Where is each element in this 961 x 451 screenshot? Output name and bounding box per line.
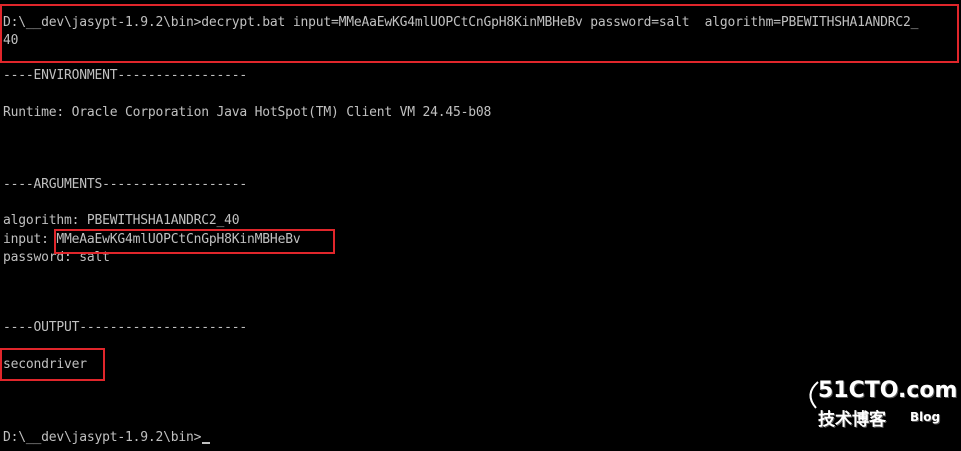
arguments-header: ----ARGUMENTS-------------------: [3, 177, 248, 192]
environment-header: ----ENVIRONMENT-----------------: [3, 68, 248, 83]
watermark-subtitle: 技术博客: [818, 410, 886, 430]
console-window[interactable]: D:\__dev\jasypt-1.9.2\bin>decrypt.bat in…: [0, 0, 961, 451]
command-highlight-box: [0, 4, 959, 63]
output-highlight-box: [0, 348, 105, 381]
runtime-line: Runtime: Oracle Corporation Java HotSpot…: [3, 105, 492, 120]
algorithm-line: algorithm: PBEWITHSHA1ANDRC2_40: [3, 213, 240, 228]
input-label: input:: [3, 232, 57, 247]
watermark-blog: Blog: [910, 410, 941, 424]
prompt-line[interactable]: D:\__dev\jasypt-1.9.2\bin>: [3, 429, 211, 447]
cursor-icon: [202, 442, 211, 444]
output-header: ----OUTPUT----------------------: [3, 320, 248, 335]
watermark-brand: 51CTO.com: [818, 378, 958, 403]
prompt-text: D:\__dev\jasypt-1.9.2\bin>: [3, 430, 202, 445]
watermark-logo: 51CTO.com 技术博客 Blog: [809, 378, 958, 438]
input-highlight-box: [54, 229, 335, 254]
